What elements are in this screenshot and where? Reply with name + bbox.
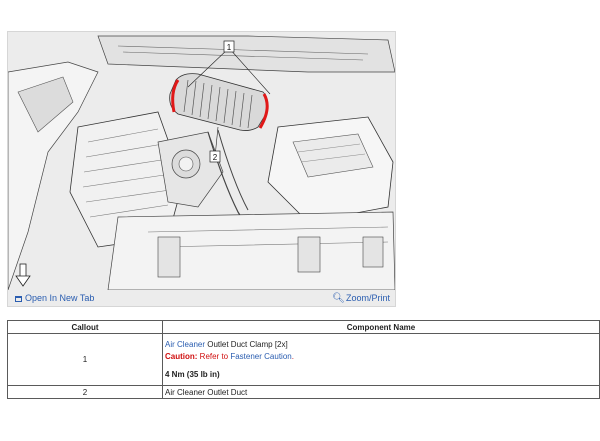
engine-bay-illustration[interactable]: 1 2	[8, 32, 395, 290]
component-name-cell: Air Cleaner Outlet Duct	[162, 385, 600, 399]
zoom-print-label: Zoom/Print	[345, 293, 390, 303]
callout-number-cell: 1	[7, 333, 163, 386]
torque-spec: 4 Nm (35 lb in)	[165, 369, 220, 379]
open-in-new-tab-label: Open In New Tab	[25, 293, 95, 303]
table-row: 2 Air Cleaner Outlet Duct	[7, 385, 600, 399]
component-name-column-header: Component Name	[162, 320, 600, 334]
caution-text-post: .	[291, 351, 294, 361]
caution-label: Caution:	[165, 351, 198, 361]
caution-text-pre: Refer to	[197, 351, 231, 361]
fastener-caution-link[interactable]: Fastener Caution	[230, 352, 291, 361]
magnifier-icon: 🔍︎	[332, 293, 345, 304]
svg-text:2: 2	[213, 153, 218, 162]
external-tab-icon	[15, 296, 22, 302]
callout-table: Callout Component Name 1 Air Cleaner Out…	[7, 320, 600, 399]
callout-column-header: Callout	[7, 320, 163, 334]
component-name-rest: Outlet Duct Clamp [2x]	[205, 339, 288, 349]
zoom-print-link[interactable]: 🔍︎Zoom/Print	[332, 290, 390, 307]
air-cleaner-link[interactable]: Air Cleaner	[165, 340, 205, 349]
callout-marker-2: 2	[209, 150, 221, 163]
component-name-cell: Air Cleaner Outlet Duct Clamp [2x] Cauti…	[162, 333, 600, 386]
callout-number-cell: 2	[7, 385, 163, 399]
open-in-new-tab-link[interactable]: Open In New Tab	[15, 290, 94, 306]
figure-toolbar: Open In New Tab 🔍︎Zoom/Print	[8, 290, 395, 306]
table-header-row: Callout Component Name	[7, 320, 600, 334]
figure-panel: 1 2 Open In New Tab 🔍︎Zoom/Print	[7, 31, 396, 307]
svg-text:1: 1	[227, 43, 232, 52]
callout-marker-1: 1	[223, 40, 235, 53]
table-row: 1 Air Cleaner Outlet Duct Clamp [2x] Cau…	[7, 333, 600, 386]
